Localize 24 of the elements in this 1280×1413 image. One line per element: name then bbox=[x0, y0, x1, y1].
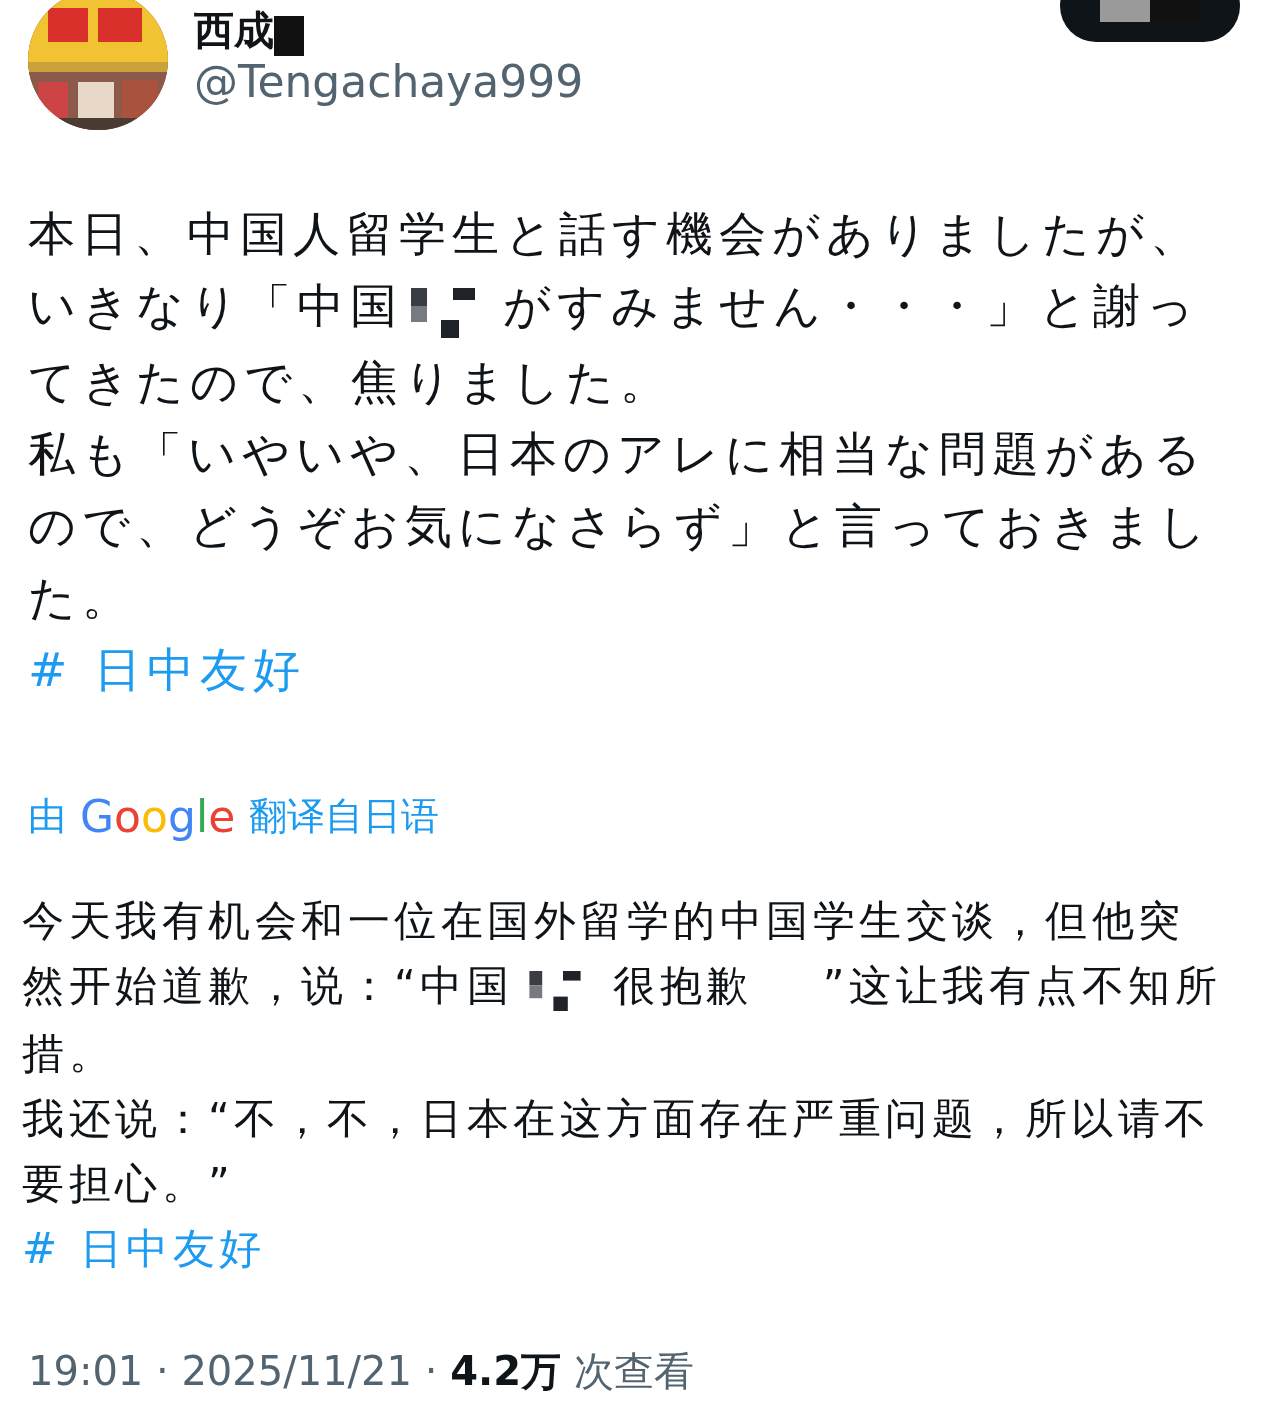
post-text: 要担心。” bbox=[22, 1158, 235, 1208]
view-count: 4.2万 bbox=[450, 1348, 561, 1394]
post-text: た。 bbox=[28, 569, 135, 625]
post-text: 我还说：“不，不，日本在这方面存在严重问题，所以请不 bbox=[22, 1093, 1211, 1143]
translated-by-text: 由 bbox=[28, 793, 66, 840]
post-text: がすみません・・・」と謝っ bbox=[503, 278, 1200, 333]
post-text: てきたので、焦りました。 bbox=[28, 353, 673, 409]
google-logo[interactable]: Google bbox=[80, 783, 236, 850]
post-text: 很抱歉 bbox=[613, 960, 753, 1010]
post-text: 私も「いやいや、日本のアレに相当な問題がある bbox=[28, 425, 1207, 481]
post-text: 措。 bbox=[22, 1028, 115, 1078]
post-timestamp: 19:01 · 2025/11/21 · bbox=[28, 1348, 438, 1394]
translate-link[interactable]: 翻译自日语 bbox=[249, 788, 440, 845]
post-text: ので、どうぞお気になさらず」と言っておきまし bbox=[28, 497, 1212, 553]
post-text: 然开始道歉，说：“中国 bbox=[22, 960, 514, 1010]
post-text: 今天我有机会和一位在国外留学的中国学生交谈，但他突 bbox=[22, 895, 1185, 945]
hashtag-link[interactable]: # 日中友好 bbox=[28, 641, 307, 697]
user-handle: @Tengachaya999 bbox=[194, 55, 584, 109]
post-text: ”这让我有点不知所 bbox=[822, 960, 1222, 1010]
user-name: 西成 bbox=[194, 7, 274, 53]
hashtag-link[interactable]: # 日中友好 bbox=[22, 1223, 266, 1273]
views-label: 次查看 bbox=[573, 1348, 694, 1394]
post-text: いきなり「中国 bbox=[28, 278, 403, 333]
post-text: 本日、中国人留学生と話す機会がありましたが、 bbox=[28, 206, 1203, 261]
